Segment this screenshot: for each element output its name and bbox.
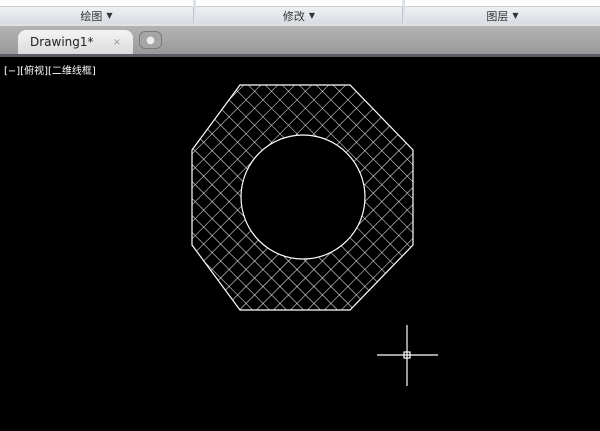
layer-panel-title[interactable]: 图层 ▼ — [405, 7, 600, 24]
panel-label: 图层 — [486, 9, 509, 23]
ribbon: 绘图 ▼ 修改 ▼ 图层 ▼ — [0, 0, 600, 27]
dropdown-arrow-icon: ▼ — [106, 11, 113, 20]
draw-panel-body — [0, 0, 193, 7]
new-tab-button[interactable]: ● — [139, 31, 162, 49]
layer-panel-body — [405, 0, 600, 7]
tab-label: Drawing1* — [30, 35, 94, 49]
panel-label: 绘图 — [80, 9, 103, 23]
file-tab-bar: Drawing1* × ● — [0, 26, 600, 54]
dropdown-arrow-icon: ▼ — [512, 11, 519, 20]
octagon-outline — [191, 84, 414, 311]
modify-panel-body — [196, 0, 402, 7]
circle-outline — [240, 134, 366, 260]
crosshair-cursor — [377, 325, 438, 386]
plus-icon: ● — [146, 34, 155, 46]
drawing-viewport[interactable]: [−][俯视][二维线框] — [0, 57, 600, 431]
draw-panel-title[interactable]: 绘图 ▼ — [0, 7, 194, 24]
viewport-controls-label[interactable]: [−][俯视][二维线框] — [4, 62, 96, 77]
drawing-canvas — [0, 57, 600, 431]
panel-label: 修改 — [282, 9, 305, 23]
dropdown-arrow-icon: ▼ — [308, 11, 316, 20]
tab-drawing1[interactable]: Drawing1* × — [18, 30, 133, 54]
hatch-fill — [0, 57, 600, 431]
modify-panel-title[interactable]: 修改 ▼ — [196, 7, 403, 24]
close-icon[interactable]: × — [113, 37, 121, 48]
